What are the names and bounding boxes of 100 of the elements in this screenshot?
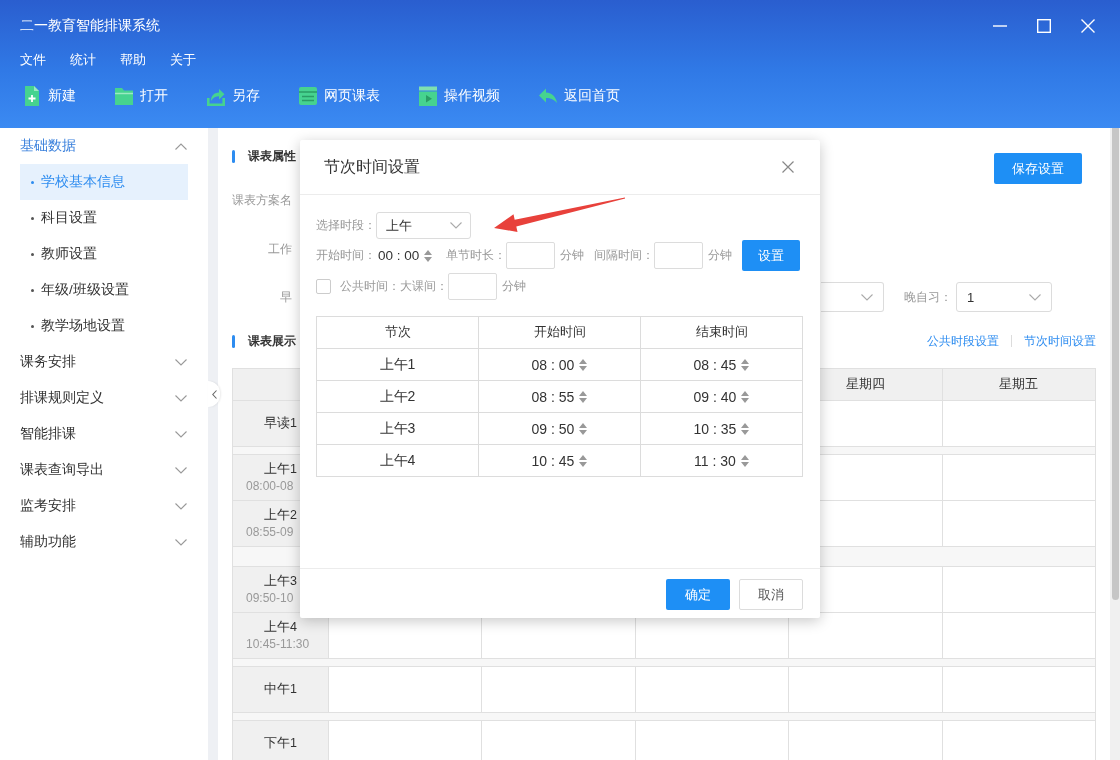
spinner-icon[interactable] xyxy=(579,422,588,435)
time-field[interactable]: 10 : 45 xyxy=(531,452,575,469)
column-header: 星期五 xyxy=(999,376,1039,393)
toolbar-button[interactable]: 打开 xyxy=(114,85,168,107)
section-title: 课表属性 xyxy=(248,147,296,165)
sidebar-subitem[interactable]: 年级/班级设置 xyxy=(20,272,188,308)
field-label: 间隔时间： xyxy=(594,247,655,264)
section-title: 课表展示 xyxy=(248,332,296,350)
time-field[interactable]: 00 : 00 xyxy=(378,248,420,263)
time-field[interactable]: 08 : 45 xyxy=(693,356,737,373)
time-field[interactable]: 10 : 35 xyxy=(693,420,737,437)
section-marker-icon xyxy=(232,149,235,163)
spinner-icon[interactable] xyxy=(740,454,749,467)
sidebar-item[interactable]: 课表查询导出 xyxy=(0,452,208,488)
chevron-left-icon xyxy=(211,389,217,399)
sidebar-item[interactable]: 监考安排 xyxy=(0,488,208,524)
field-label: 选择时段： xyxy=(316,217,376,234)
minimize-icon xyxy=(993,25,1007,27)
column-header: 开始时间 xyxy=(533,324,586,341)
time-field[interactable]: 08 : 55 xyxy=(531,388,575,405)
bullet-icon xyxy=(31,324,34,328)
chevron-down-icon xyxy=(175,358,187,366)
sidebar-item[interactable]: 排课规则定义 xyxy=(0,380,208,416)
period-time: 10:45-11:30 xyxy=(246,635,310,653)
file-plus-icon xyxy=(22,85,42,107)
menu-item[interactable]: 帮助 xyxy=(120,52,146,68)
select-field[interactable] xyxy=(821,282,884,312)
table-cell: 上午4 xyxy=(379,451,416,470)
scrollbar-thumb[interactable] xyxy=(1112,128,1119,600)
collapse-button[interactable] xyxy=(208,381,220,407)
sidebar-item[interactable]: 基础数据 xyxy=(0,128,208,164)
sidebar-subitem[interactable]: 教师设置 xyxy=(20,236,188,272)
spinner-icon[interactable] xyxy=(424,249,433,262)
unit-label: 分钟 xyxy=(560,247,585,264)
field-label: 开始时间： xyxy=(316,247,376,264)
sidebar-item[interactable]: 课务安排 xyxy=(0,344,208,380)
column-header: 结束时间 xyxy=(695,324,748,341)
chevron-down-icon xyxy=(450,222,462,229)
time-field[interactable]: 11 : 30 xyxy=(694,452,736,469)
time-field[interactable]: 08 : 00 xyxy=(531,356,575,373)
video-play-icon xyxy=(418,85,438,107)
list-window-icon xyxy=(298,85,318,107)
spinner-icon[interactable] xyxy=(579,358,588,371)
period-label: 上午1 xyxy=(264,460,297,478)
select-field[interactable]: 1 xyxy=(956,282,1052,312)
folder-icon xyxy=(114,85,134,107)
chevron-down-icon xyxy=(175,466,187,474)
toolbar-button[interactable]: 操作视频 xyxy=(418,85,500,107)
checkbox[interactable] xyxy=(316,278,331,294)
period-label: 上午4 xyxy=(264,618,297,636)
sidebar-subitem[interactable]: 教学场地设置 xyxy=(20,308,188,344)
column-header: 星期四 xyxy=(845,376,885,393)
window-title: 二一教育智能排课系统 xyxy=(20,17,160,35)
toolbar-button[interactable]: 另存 xyxy=(206,85,260,107)
menu-item[interactable]: 文件 xyxy=(20,52,46,68)
toolbar-button[interactable]: 返回首页 xyxy=(538,85,620,107)
menu-item[interactable]: 关于 xyxy=(170,52,196,68)
sidebar-item[interactable]: 智能排课 xyxy=(0,416,208,452)
sidebar-item[interactable]: 辅助功能 xyxy=(0,524,208,560)
table-cell: 上午1 xyxy=(379,355,416,374)
input-field[interactable] xyxy=(506,242,556,269)
table-cell: 上午2 xyxy=(379,387,416,406)
period-label: 上午3 xyxy=(264,572,297,590)
time-field[interactable]: 09 : 50 xyxy=(531,420,575,437)
field-label: 公共时间： xyxy=(340,277,400,295)
spinner-icon[interactable] xyxy=(579,454,588,467)
spinner-icon[interactable] xyxy=(741,390,750,403)
chevron-up-icon xyxy=(175,142,187,150)
chevron-down-icon xyxy=(175,394,187,402)
period-label: 上午2 xyxy=(264,506,297,524)
bullet-icon xyxy=(31,252,34,256)
time-field[interactable]: 09 : 40 xyxy=(693,388,737,405)
spinner-icon[interactable] xyxy=(579,390,588,403)
field-label: 单节时长： xyxy=(446,247,507,264)
period-label: 中午1 xyxy=(264,681,297,698)
dialog-title: 节次时间设置 xyxy=(324,156,420,177)
spinner-icon[interactable] xyxy=(741,422,750,435)
column-header: 节次 xyxy=(384,324,411,341)
link[interactable]: 公共时段设置 xyxy=(927,332,999,350)
toolbar-button[interactable]: 新建 xyxy=(22,85,76,107)
period-label: 下午1 xyxy=(264,735,297,752)
input-field[interactable] xyxy=(448,272,497,300)
select-field[interactable]: 上午 xyxy=(376,212,471,239)
field-label: 大课间： xyxy=(400,277,448,295)
chevron-down-icon xyxy=(175,430,187,438)
link[interactable]: 节次时间设置 xyxy=(1024,332,1096,350)
menu-item[interactable]: 统计 xyxy=(70,52,96,68)
cancel-button[interactable]: 取消 xyxy=(739,579,803,610)
toolbar-button[interactable]: 网页课表 xyxy=(298,85,380,107)
input-field[interactable] xyxy=(654,242,704,269)
spinner-icon[interactable] xyxy=(741,358,750,371)
close-icon xyxy=(1081,19,1095,33)
field-label: 晚自习： xyxy=(904,289,952,306)
scrollbar[interactable] xyxy=(1110,128,1120,760)
close-icon xyxy=(782,161,794,173)
table-cell: 上午3 xyxy=(379,419,416,438)
sidebar-subitem[interactable]: 科目设置 xyxy=(20,200,188,236)
chevron-down-icon xyxy=(861,293,873,301)
chevron-down-icon xyxy=(1029,293,1041,301)
period-time: 08:00-08 xyxy=(246,477,294,495)
